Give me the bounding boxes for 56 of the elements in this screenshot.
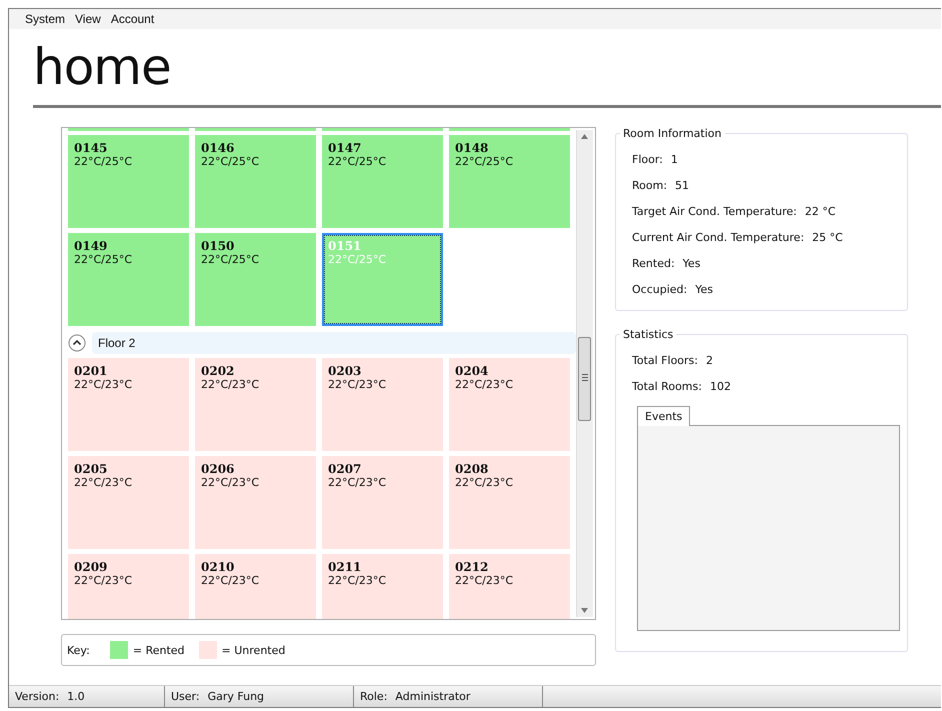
field-label: Room: — [632, 178, 668, 192]
field-label: Target Air Cond. Temperature: — [632, 204, 797, 218]
room-tile[interactable]: 0203 22°C/23°C — [322, 358, 443, 451]
status-label: User: — [171, 690, 200, 703]
room-tile[interactable]: 0145 22°C/25°C — [68, 135, 189, 228]
scroll-down-icon[interactable] — [581, 608, 588, 613]
field-value: 102 — [710, 380, 731, 392]
key-label: Key: — [67, 644, 90, 656]
field-label: Current Air Cond. Temperature: — [632, 230, 804, 244]
status-label: Version: — [15, 690, 60, 703]
room-tile[interactable]: 0202 22°C/23°C — [195, 358, 316, 451]
room-tile[interactable]: 0147 22°C/25°C — [322, 135, 443, 228]
page-title: home — [33, 37, 171, 95]
room-tile[interactable]: 0207 22°C/23°C — [322, 456, 443, 549]
floor-header[interactable]: Floor 2 — [92, 332, 576, 354]
group-title: Statistics — [622, 328, 674, 341]
room-tile[interactable]: 0206 22°C/23°C — [195, 456, 316, 549]
scroll-up-icon[interactable] — [581, 134, 588, 139]
field-value: 25 °C — [812, 230, 843, 244]
status-value: Administrator — [395, 690, 470, 703]
field-value: 51 — [675, 178, 690, 192]
menu-item[interactable]: View — [70, 12, 106, 26]
menu-item[interactable]: System — [20, 12, 70, 26]
room-tile[interactable]: 0211 22°C/23°C — [322, 554, 443, 619]
field-value: Yes — [695, 282, 713, 296]
grip-icon[interactable] — [582, 374, 588, 381]
field-label: Total Floors: — [632, 354, 698, 366]
status-label: Role: — [360, 690, 388, 703]
room-tile[interactable]: 0210 22°C/23°C — [195, 554, 316, 619]
collapse-icon[interactable] — [68, 334, 86, 352]
room-tile[interactable]: 0212 22°C/23°C — [449, 554, 570, 619]
status-value: Gary Fung — [208, 690, 264, 703]
room-tile[interactable]: 0208 22°C/23°C — [449, 456, 570, 549]
key-text: = Unrented — [222, 644, 286, 656]
field-label: Floor: — [632, 152, 663, 166]
room-tile[interactable]: 0146 22°C/25°C — [195, 135, 316, 228]
room-tile[interactable]: 0209 22°C/23°C — [68, 554, 189, 619]
field-value: 2 — [706, 354, 713, 366]
group-title: Room Information — [622, 127, 722, 140]
room-tile[interactable]: 0205 22°C/23°C — [68, 456, 189, 549]
room-tile[interactable]: 0204 22°C/23°C — [449, 358, 570, 451]
room-tile[interactable]: 0149 22°C/25°C — [68, 233, 189, 326]
scrollbar[interactable] — [576, 130, 593, 617]
key-text: = Rented — [132, 644, 185, 656]
field-label: Total Rooms: — [632, 380, 702, 392]
status-value: 1.0 — [67, 690, 85, 703]
room-tile[interactable]: 0201 22°C/23°C — [68, 358, 189, 451]
field-label: Occupied: — [632, 282, 688, 296]
menu-item[interactable]: Account — [106, 12, 160, 26]
field-value: 22 °C — [804, 204, 836, 218]
field-value: 1 — [670, 152, 678, 166]
field-value: Yes — [682, 256, 700, 270]
room-tile[interactable]: 0150 22°C/25°C — [195, 233, 316, 326]
field-label: Rented: — [632, 256, 675, 270]
room-tile[interactable]: 0148 22°C/25°C — [449, 135, 570, 228]
tab[interactable]: Events — [637, 406, 690, 426]
